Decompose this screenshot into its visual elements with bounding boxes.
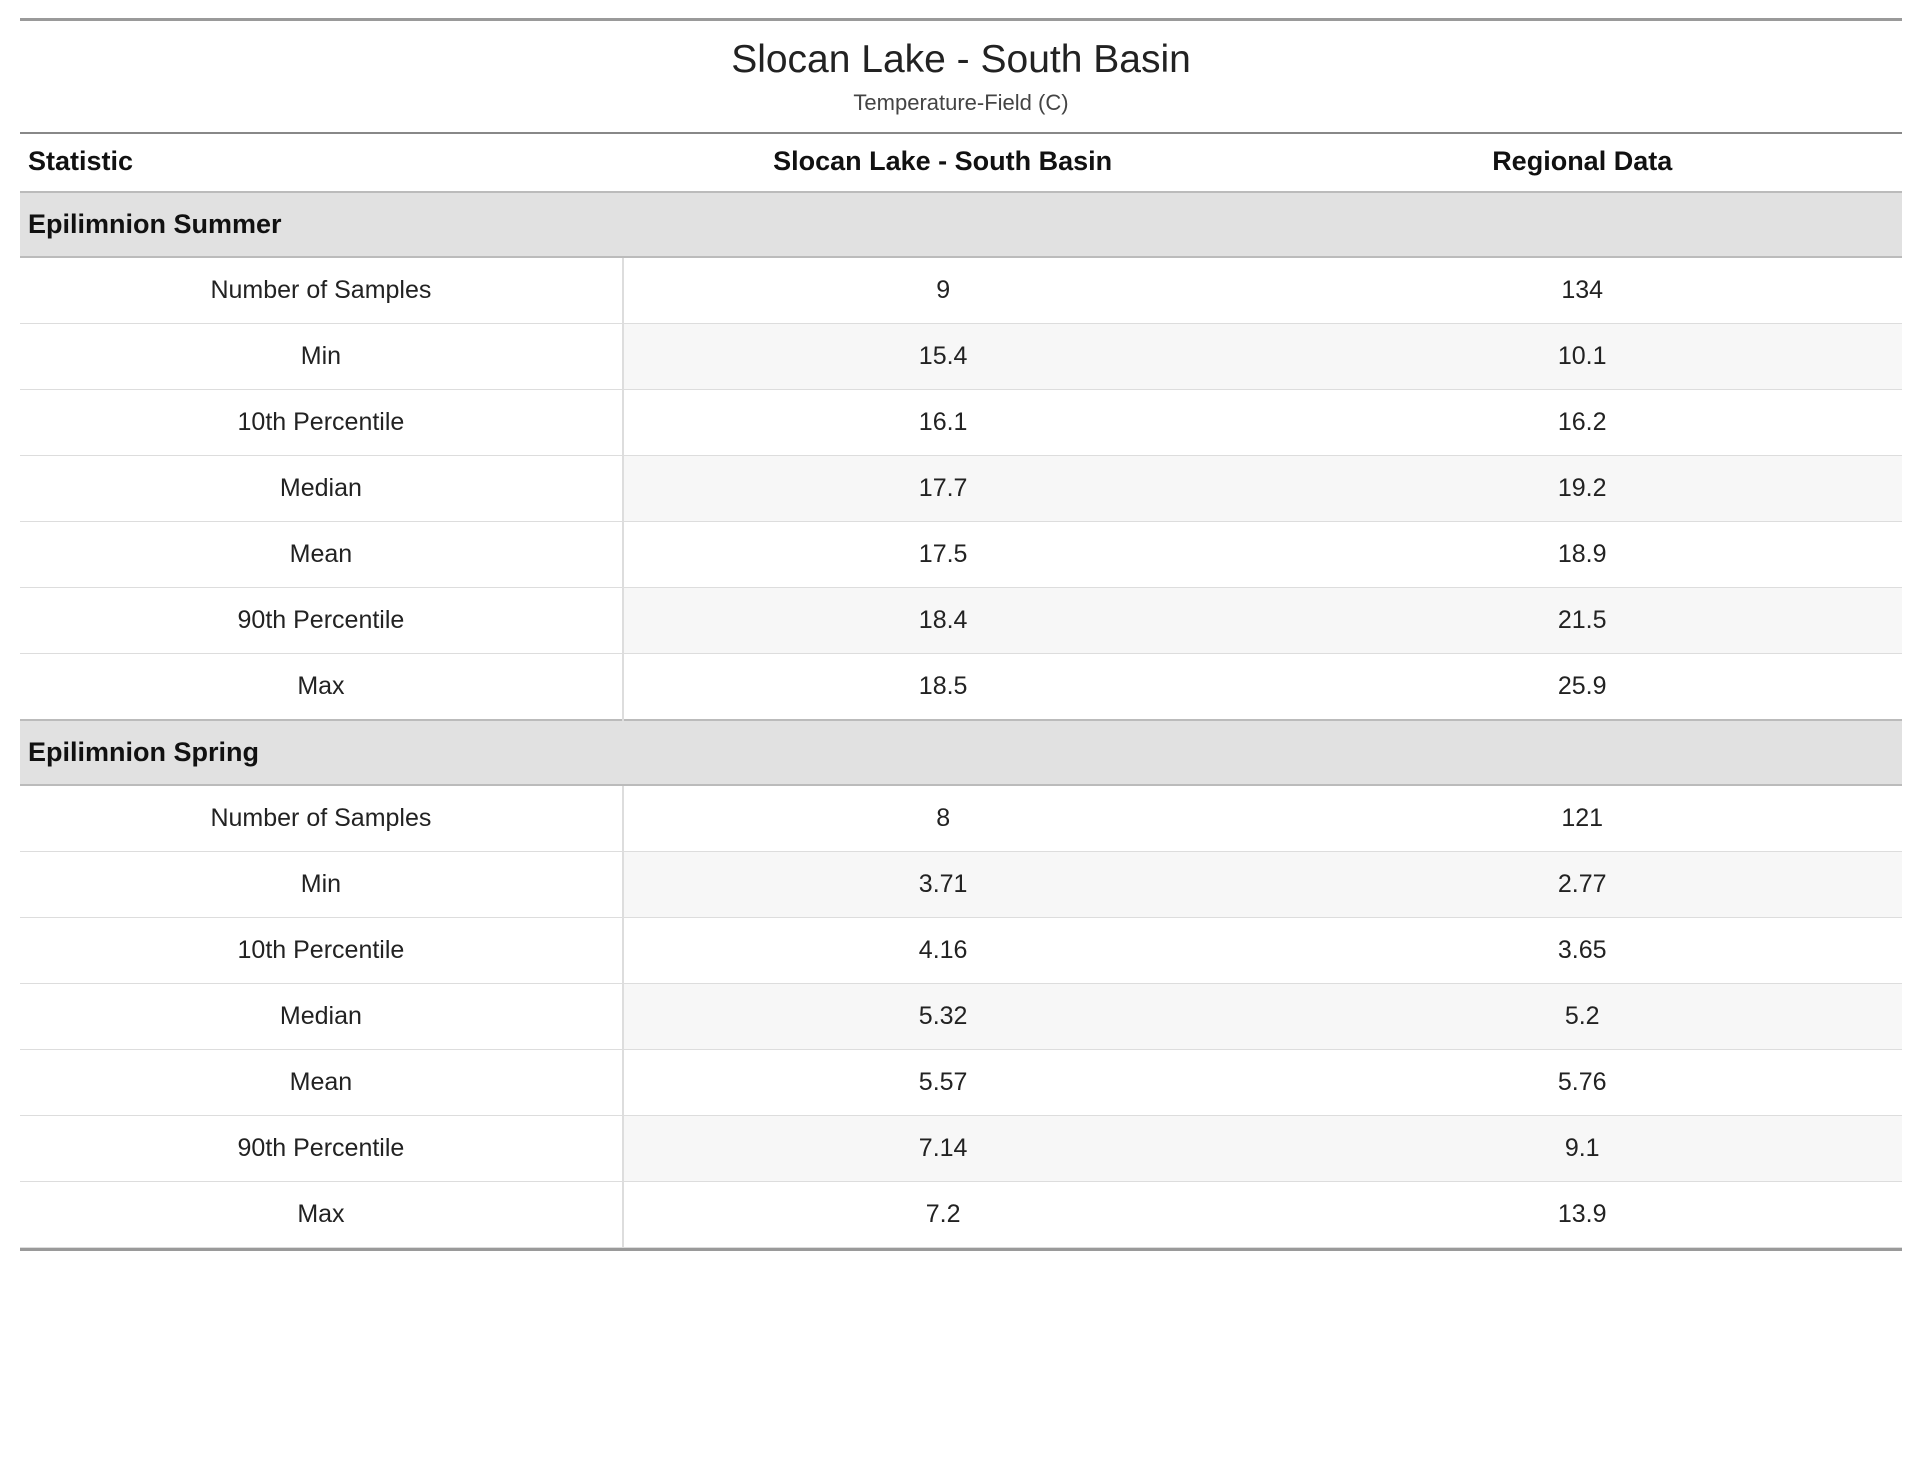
section-header: Epilimnion Summer xyxy=(20,192,1902,257)
site-value: 7.14 xyxy=(623,1115,1263,1181)
site-value: 8 xyxy=(623,785,1263,852)
stats-table: Statistic Slocan Lake - South Basin Regi… xyxy=(20,132,1902,1248)
page-subtitle: Temperature-Field (C) xyxy=(20,90,1902,116)
table-body: Epilimnion SummerNumber of Samples9134Mi… xyxy=(20,192,1902,1248)
stat-label: Min xyxy=(20,851,623,917)
table-row: Mean5.575.76 xyxy=(20,1049,1902,1115)
bottom-divider xyxy=(20,1248,1902,1251)
stat-label: 90th Percentile xyxy=(20,1115,623,1181)
regional-value: 2.77 xyxy=(1262,851,1902,917)
table-row: 90th Percentile18.421.5 xyxy=(20,587,1902,653)
regional-value: 3.65 xyxy=(1262,917,1902,983)
regional-value: 25.9 xyxy=(1262,653,1902,720)
site-value: 3.71 xyxy=(623,851,1263,917)
table-row: 10th Percentile4.163.65 xyxy=(20,917,1902,983)
table-row: Median5.325.2 xyxy=(20,983,1902,1049)
stat-label: Max xyxy=(20,653,623,720)
stat-label: 90th Percentile xyxy=(20,587,623,653)
site-value: 18.5 xyxy=(623,653,1263,720)
table-row: 90th Percentile7.149.1 xyxy=(20,1115,1902,1181)
col-header-regional: Regional Data xyxy=(1262,133,1902,192)
table-header-row: Statistic Slocan Lake - South Basin Regi… xyxy=(20,133,1902,192)
page-title: Slocan Lake - South Basin xyxy=(20,37,1902,84)
section-header-label: Epilimnion Spring xyxy=(20,720,1902,785)
stat-label: Min xyxy=(20,323,623,389)
regional-value: 5.2 xyxy=(1262,983,1902,1049)
col-header-statistic: Statistic xyxy=(20,133,623,192)
regional-value: 10.1 xyxy=(1262,323,1902,389)
title-block: Slocan Lake - South Basin Temperature-Fi… xyxy=(20,33,1902,132)
stat-label: Number of Samples xyxy=(20,257,623,324)
table-row: Min15.410.1 xyxy=(20,323,1902,389)
site-value: 17.5 xyxy=(623,521,1263,587)
stat-label: 10th Percentile xyxy=(20,917,623,983)
stat-label: Median xyxy=(20,455,623,521)
stat-label: Number of Samples xyxy=(20,785,623,852)
section-header: Epilimnion Spring xyxy=(20,720,1902,785)
regional-value: 9.1 xyxy=(1262,1115,1902,1181)
stat-label: 10th Percentile xyxy=(20,389,623,455)
table-row: Number of Samples9134 xyxy=(20,257,1902,324)
site-value: 18.4 xyxy=(623,587,1263,653)
table-row: Max7.213.9 xyxy=(20,1181,1902,1247)
table-row: Mean17.518.9 xyxy=(20,521,1902,587)
top-divider xyxy=(20,18,1902,21)
section-header-label: Epilimnion Summer xyxy=(20,192,1902,257)
stat-label: Median xyxy=(20,983,623,1049)
table-row: 10th Percentile16.116.2 xyxy=(20,389,1902,455)
table-row: Min3.712.77 xyxy=(20,851,1902,917)
stat-label: Max xyxy=(20,1181,623,1247)
regional-value: 19.2 xyxy=(1262,455,1902,521)
site-value: 4.16 xyxy=(623,917,1263,983)
site-value: 16.1 xyxy=(623,389,1263,455)
site-value: 15.4 xyxy=(623,323,1263,389)
regional-value: 18.9 xyxy=(1262,521,1902,587)
regional-value: 13.9 xyxy=(1262,1181,1902,1247)
stat-label: Mean xyxy=(20,1049,623,1115)
report-page: Slocan Lake - South Basin Temperature-Fi… xyxy=(0,0,1922,1281)
site-value: 17.7 xyxy=(623,455,1263,521)
regional-value: 5.76 xyxy=(1262,1049,1902,1115)
site-value: 5.57 xyxy=(623,1049,1263,1115)
regional-value: 21.5 xyxy=(1262,587,1902,653)
site-value: 7.2 xyxy=(623,1181,1263,1247)
regional-value: 134 xyxy=(1262,257,1902,324)
table-row: Median17.719.2 xyxy=(20,455,1902,521)
table-row: Number of Samples8121 xyxy=(20,785,1902,852)
site-value: 5.32 xyxy=(623,983,1263,1049)
regional-value: 16.2 xyxy=(1262,389,1902,455)
table-row: Max18.525.9 xyxy=(20,653,1902,720)
site-value: 9 xyxy=(623,257,1263,324)
col-header-site: Slocan Lake - South Basin xyxy=(623,133,1263,192)
stat-label: Mean xyxy=(20,521,623,587)
regional-value: 121 xyxy=(1262,785,1902,852)
